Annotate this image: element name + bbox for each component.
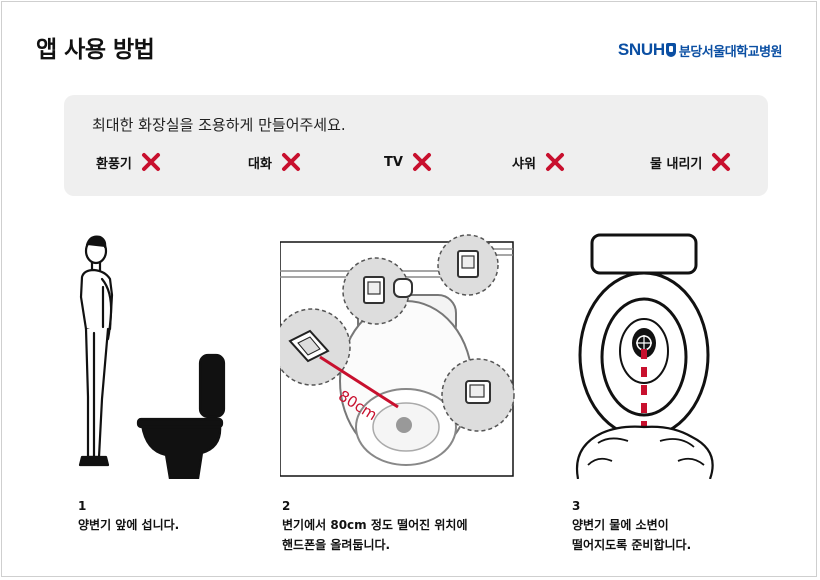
x-mark-icon bbox=[712, 153, 731, 171]
x-mark-icon bbox=[412, 153, 431, 171]
logo-mark: SNUH bbox=[617, 40, 665, 59]
page-title: 앱 사용 방법 bbox=[36, 37, 155, 63]
step-number: 2 bbox=[282, 499, 291, 513]
step-description-line: 양변기 앞에 섭니다. bbox=[78, 518, 180, 532]
noise-item-tv: TV bbox=[384, 152, 432, 172]
step-description-line: 떨어지도록 준비합니다. bbox=[572, 538, 692, 552]
snuh-logo: SNUH 분당서울대학교병원 bbox=[617, 40, 783, 60]
notice-message: 최대한 화장실을 조용하게 만들어주세요. bbox=[92, 116, 346, 134]
noise-sources-list: 환풍기 대화 TV 샤워 물 내리기 bbox=[64, 152, 768, 174]
x-mark-icon bbox=[281, 153, 300, 171]
phone-placement-top-view-illustration: 80cm bbox=[273, 234, 515, 477]
noise-item-shower: 샤워 bbox=[512, 152, 565, 172]
logo-name: 분당서울대학교병원 bbox=[678, 44, 783, 60]
noise-item-fan: 환풍기 bbox=[96, 152, 161, 172]
step-number: 1 bbox=[78, 499, 87, 513]
quiet-notice-box: 최대한 화장실을 조용하게 만들어주세요. 환풍기 대화 TV 샤워 물 내리기 bbox=[64, 95, 768, 196]
noise-item-label: 샤워 bbox=[512, 156, 536, 172]
noise-item-label: TV bbox=[384, 154, 403, 170]
step-1: 1 양변기 앞에 섭니다. bbox=[72, 229, 252, 532]
noise-item-label: 환풍기 bbox=[96, 156, 132, 172]
x-mark-icon bbox=[141, 153, 160, 171]
aiming-into-toilet-illustration bbox=[575, 233, 714, 480]
step-description-line: 핸드폰을 올려둡니다. bbox=[282, 538, 391, 552]
step-3: 3 양변기 물에 소변이 떨어지도록 준비합니다. bbox=[568, 229, 748, 552]
noise-item-talk: 대화 bbox=[248, 152, 301, 172]
noise-item-label: 물 내리기 bbox=[650, 156, 703, 172]
step-number: 3 bbox=[572, 499, 581, 513]
x-mark-icon bbox=[545, 153, 564, 171]
step-2: 80cm 2 변기에서 80cm 정도 떨어진 위치에 핸드폰을 올려둡니다. bbox=[273, 229, 520, 552]
step-description-line: 양변기 물에 소변이 bbox=[572, 518, 669, 532]
noise-item-label: 대화 bbox=[248, 156, 272, 172]
man-standing-at-toilet-illustration bbox=[78, 235, 226, 481]
noise-item-flush: 물 내리기 bbox=[650, 152, 731, 172]
step-description-line: 변기에서 80cm 정도 떨어진 위치에 bbox=[282, 518, 468, 532]
logo-badge-icon bbox=[665, 43, 676, 57]
